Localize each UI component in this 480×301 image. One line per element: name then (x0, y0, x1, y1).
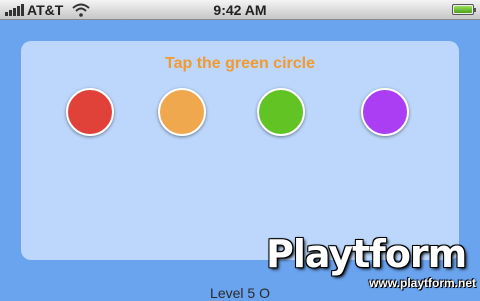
watermark-logo: Playtform (266, 232, 467, 276)
battery-icon (452, 4, 476, 15)
circle-green-button[interactable] (257, 88, 305, 136)
circle-purple-button[interactable] (361, 88, 409, 136)
watermark-url: www.playtform.net (369, 276, 476, 290)
circle-orange-button[interactable] (158, 88, 206, 136)
playtform-watermark: Playtform www.playtform.net (266, 232, 476, 290)
status-clock: 9:42 AM (213, 2, 267, 18)
game-panel: Tap the green circle (21, 41, 459, 260)
circle-red-button[interactable] (66, 88, 114, 136)
game-prompt: Tap the green circle (165, 55, 315, 72)
status-bar: AT&T 9:42 AM (0, 0, 480, 20)
